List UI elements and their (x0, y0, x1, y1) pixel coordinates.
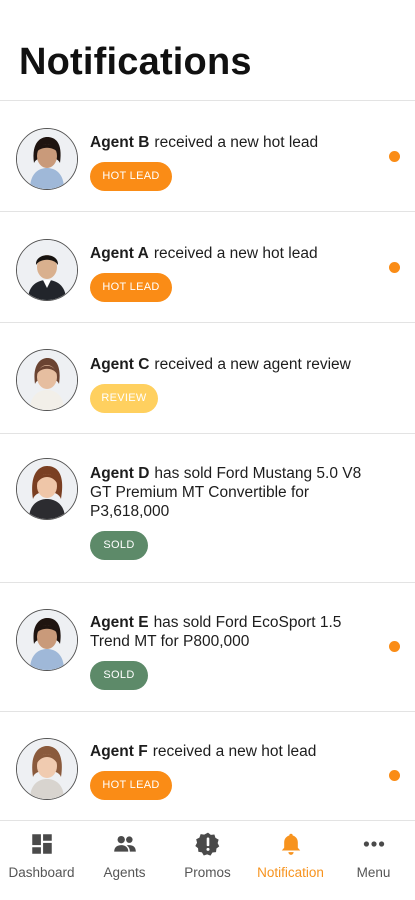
avatar (16, 738, 78, 800)
nav-label: Menu (356, 865, 391, 880)
notification-list: Agent Breceived a new hot lead HOT LEAD … (0, 101, 415, 820)
promo-badge-icon (194, 832, 219, 856)
status-badge: REVIEW (90, 384, 158, 413)
nav-item-promos[interactable]: Promos (166, 821, 249, 900)
bottom-navigation: Dashboard Agents Promos Notification Men… (0, 820, 415, 900)
nav-label: Dashboard (8, 865, 75, 880)
unread-dot (389, 770, 400, 781)
unread-dot (389, 151, 400, 162)
notification-item[interactable]: Agent Freceived a new hot lead HOT LEAD (0, 712, 415, 820)
dashboard-icon (31, 834, 52, 854)
notification-message: received a new hot lead (154, 134, 319, 151)
agent-name: Agent A (90, 245, 149, 262)
bell-icon (281, 833, 300, 855)
nav-label: Agents (103, 865, 146, 880)
notification-item[interactable]: Agent Ehas sold Ford EcoSport 1.5 Trend … (0, 583, 415, 712)
notification-item[interactable]: Agent Creceived a new agent review REVIE… (0, 323, 415, 434)
unread-dot (389, 641, 400, 652)
agent-name: Agent F (90, 743, 148, 760)
status-badge: HOT LEAD (90, 273, 172, 302)
status-badge: SOLD (90, 531, 148, 560)
page-title: Notifications (19, 41, 252, 83)
avatar (16, 458, 78, 520)
nav-item-menu[interactable]: Menu (332, 821, 415, 900)
avatar (16, 609, 78, 671)
nav-label: Notification (257, 865, 324, 880)
notification-message: received a new hot lead (152, 743, 317, 760)
status-badge: SOLD (90, 661, 148, 690)
avatar (16, 349, 78, 411)
people-icon (113, 835, 136, 852)
more-dots-icon (363, 841, 384, 847)
agent-name: Agent B (90, 134, 150, 151)
notification-item[interactable]: Agent Dhas sold Ford Mustang 5.0 V8 GT P… (0, 434, 415, 583)
nav-item-notification[interactable]: Notification (249, 821, 332, 900)
agent-name: Agent D (90, 465, 150, 482)
unread-dot (389, 262, 400, 273)
notification-message: received a new hot lead (153, 245, 318, 262)
status-badge: HOT LEAD (90, 162, 172, 191)
nav-item-dashboard[interactable]: Dashboard (0, 821, 83, 900)
notification-item[interactable]: Agent Breceived a new hot lead HOT LEAD (0, 101, 415, 212)
avatar (16, 239, 78, 301)
nav-item-agents[interactable]: Agents (83, 821, 166, 900)
notification-message: received a new agent review (154, 356, 351, 373)
status-badge: HOT LEAD (90, 771, 172, 800)
header: Notifications (0, 0, 415, 101)
agent-name: Agent E (90, 614, 149, 631)
nav-label: Promos (184, 865, 231, 880)
avatar (16, 128, 78, 190)
agent-name: Agent C (90, 356, 150, 373)
notification-item[interactable]: Agent Areceived a new hot lead HOT LEAD (0, 212, 415, 323)
